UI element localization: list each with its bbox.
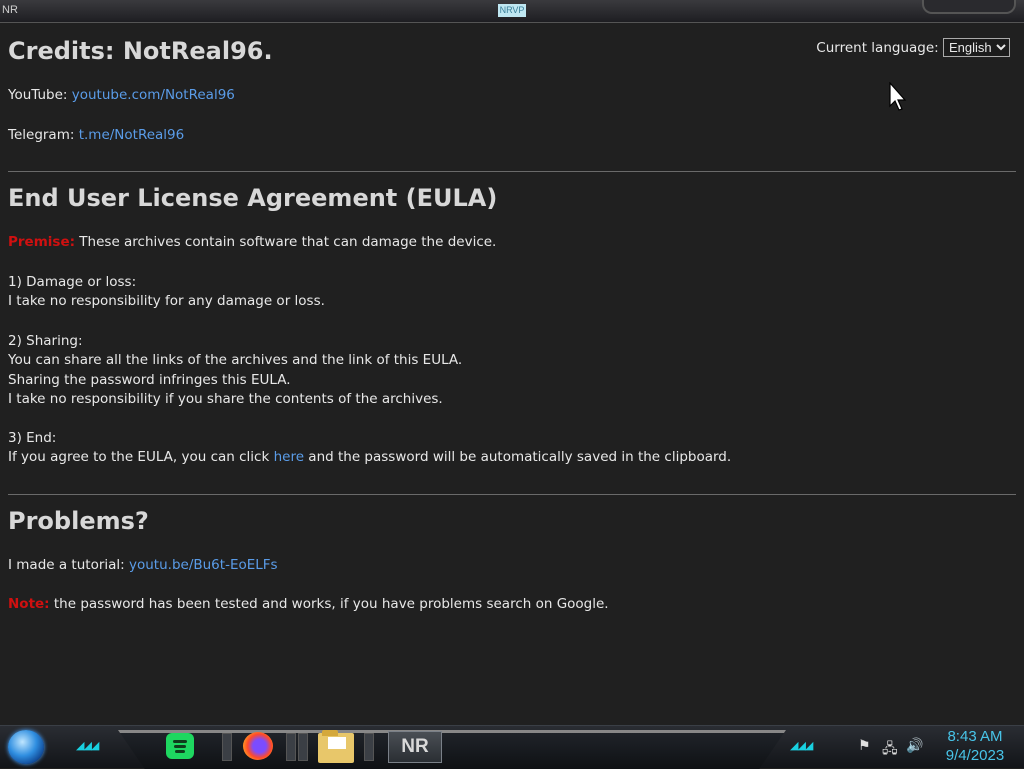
taskbar-center-panel (118, 730, 786, 769)
telegram-label: Telegram: (8, 126, 75, 143)
file-explorer-icon[interactable] (318, 730, 354, 763)
window-app-label: NR (2, 4, 18, 16)
credits-title: Credits: NotReal96. (8, 37, 273, 65)
taskbar-separator (298, 733, 308, 761)
premise-line: Premise: These archives contain software… (8, 233, 1016, 253)
youtube-label: YouTube: (8, 87, 68, 103)
eula-title: End User License Agreement (EULA) (8, 184, 498, 212)
divider (8, 493, 1016, 495)
tutorial-label: I made a tutorial: (8, 556, 125, 573)
section-2-title: 2) Sharing: (8, 332, 83, 349)
section-1-text: I take no responsibility for any damage … (8, 293, 325, 309)
note-line: Note: the password has been tested and w… (8, 595, 1016, 615)
taskbar-separator (222, 733, 232, 761)
flag-icon[interactable]: ⚑ (858, 738, 871, 754)
section-2-line-1: You can share all the links of the archi… (8, 352, 463, 368)
section-2-line-2: Sharing the password infringes this EULA… (8, 371, 291, 388)
nr-taskbar-button[interactable]: NR (388, 731, 442, 763)
taskbar-deco-left: ◢◢◢ (76, 739, 99, 752)
note-text: the password has been tested and works, … (53, 596, 609, 612)
telegram-line: Telegram: t.me/NotReal96 (8, 126, 1016, 146)
premise-text: These archives contain software that can… (79, 234, 497, 250)
spotify-icon[interactable] (164, 731, 198, 761)
section-3-after: and the password will be automatically s… (308, 449, 732, 465)
window-title-bar: NR NRVP (0, 0, 1024, 23)
section-3-before: If you agree to the EULA, you can click (8, 449, 270, 465)
taskbar-separator (364, 733, 374, 761)
section-1-title: 1) Damage or loss: (8, 273, 137, 290)
youtube-link[interactable]: youtube.com/NotReal96 (72, 87, 235, 103)
section-3-title: 3) End: (8, 429, 57, 446)
tutorial-line: I made a tutorial: youtu.be/Bu6t-EoELFs (8, 556, 1016, 576)
section-3-text: If you agree to the EULA, you can click … (8, 448, 1016, 468)
clock-time: 8:43 AM (947, 728, 1003, 745)
section-2-line-3: I take no responsibility if you share th… (8, 391, 443, 407)
mouse-cursor-icon (889, 82, 907, 111)
clock-date: 9/4/2023 (945, 747, 1005, 764)
system-clock[interactable]: 8:43 AM 9/4/2023 (940, 727, 1010, 765)
taskbar-deco-right: ◢◢◢ (790, 739, 813, 752)
agree-here-link[interactable]: here (274, 449, 304, 465)
volume-icon[interactable]: 🔊 (906, 738, 923, 754)
premise-label: Premise: (8, 234, 75, 250)
note-label: Note: (8, 596, 50, 612)
telegram-link[interactable]: t.me/NotReal96 (79, 127, 185, 143)
taskbar-separator (286, 733, 296, 761)
youtube-line: YouTube: youtube.com/NotReal96 (8, 86, 1016, 106)
firefox-icon[interactable] (242, 731, 276, 761)
title-bar-decoration (922, 0, 1016, 14)
problems-title: Problems? (8, 506, 149, 535)
network-icon[interactable]: 🖧 (882, 738, 898, 762)
tutorial-link[interactable]: youtu.be/Bu6t-EoELFs (129, 557, 278, 573)
divider (8, 171, 1016, 172)
main-content: Credits: NotReal96. YouTube: youtube.com… (8, 24, 1016, 615)
window-badge: NRVP (498, 4, 526, 17)
start-orb-icon[interactable] (8, 730, 44, 764)
